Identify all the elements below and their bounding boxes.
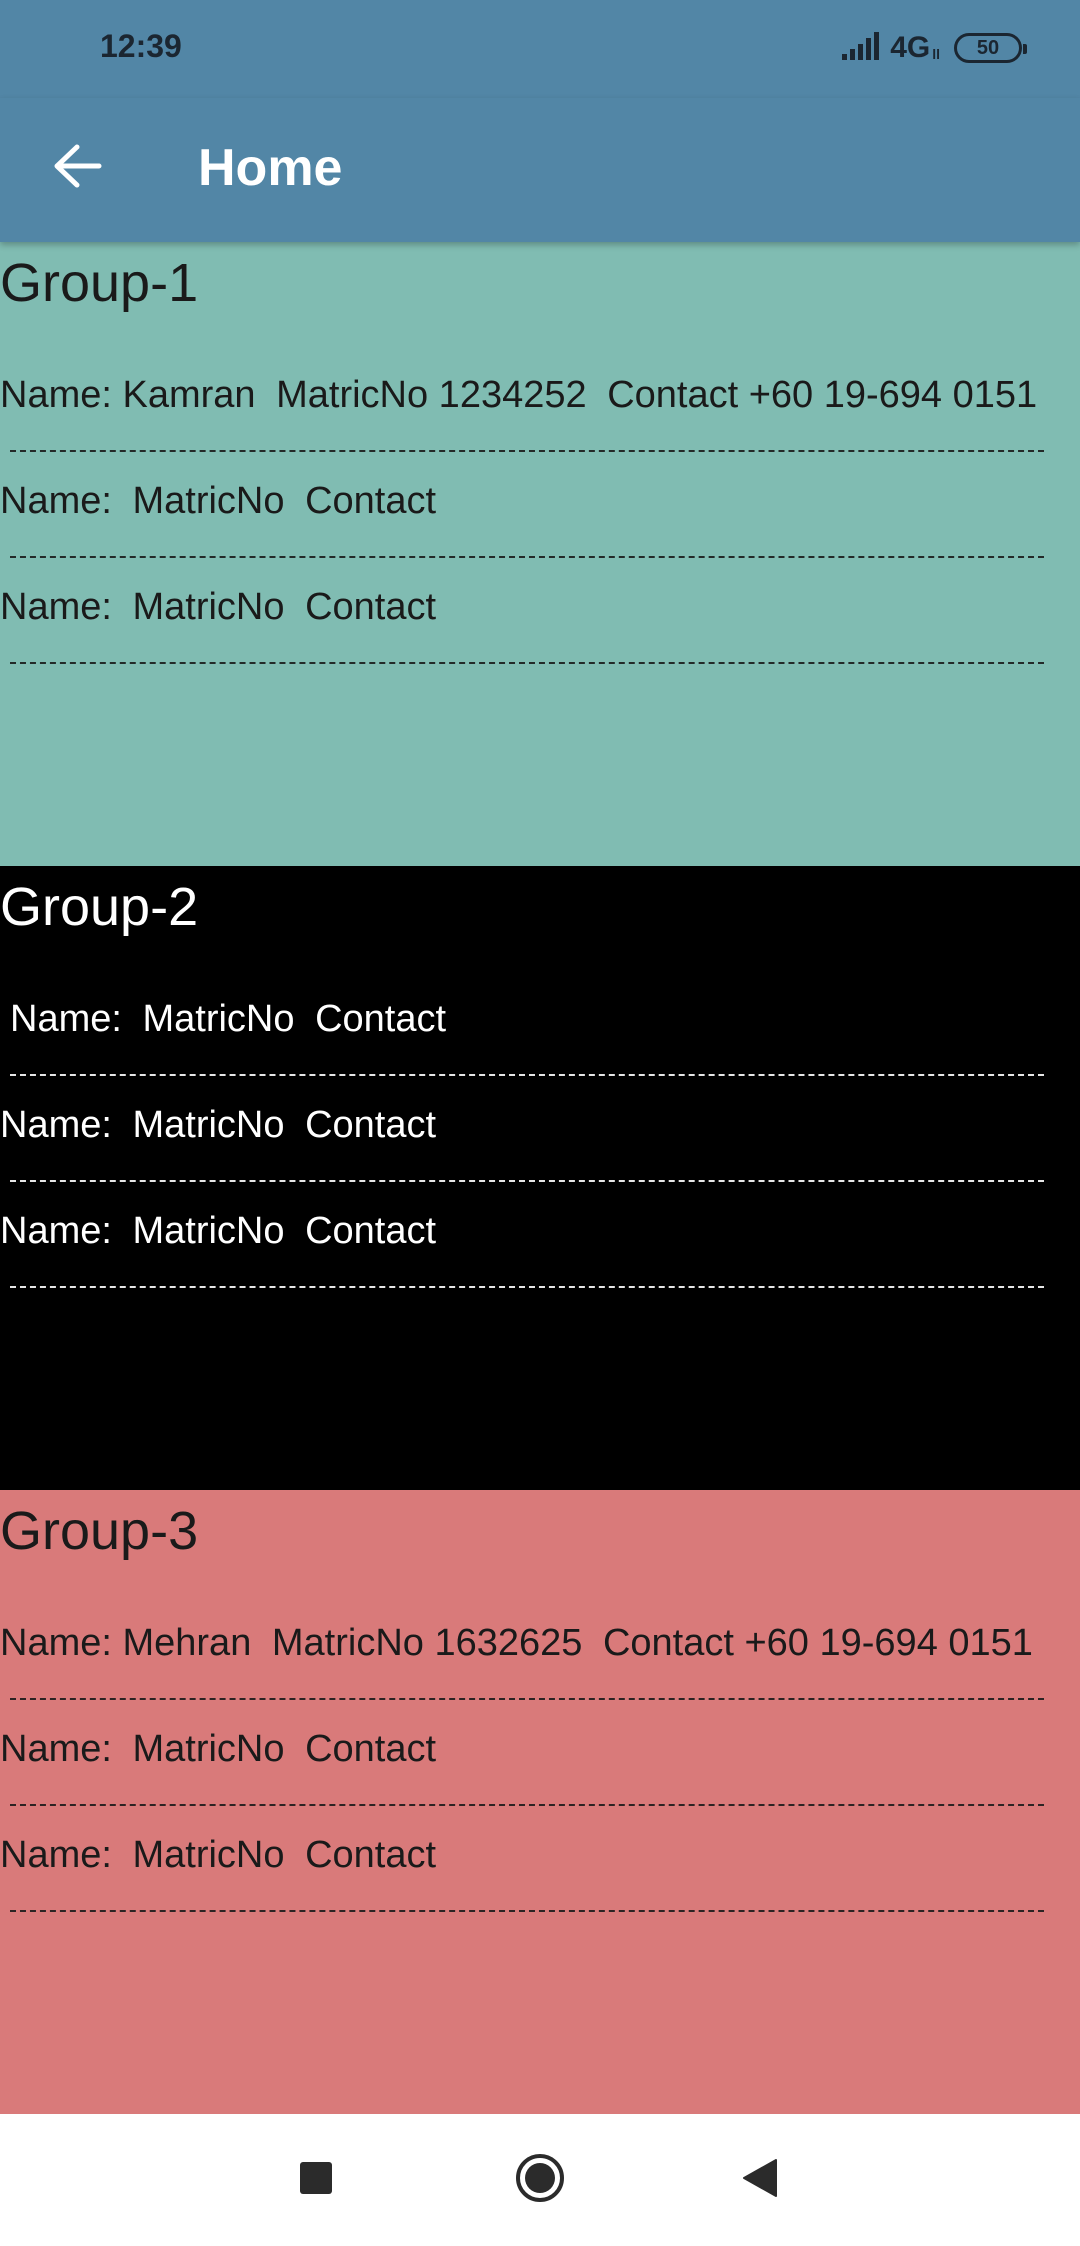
group-title: Group-3 [0, 1501, 199, 1561]
row-divider [10, 1074, 1044, 1076]
status-icons: 4G ll 50 [842, 28, 1027, 68]
member-contact: Contact [315, 998, 447, 1040]
row-divider [10, 1180, 1044, 1182]
battery-icon: 50 [954, 33, 1027, 63]
member-contact: Contact [305, 1104, 437, 1146]
recents-button[interactable] [276, 2144, 356, 2216]
member-row: Name: MatricNo Contact [0, 1102, 446, 1148]
row-divider [10, 662, 1044, 664]
member-row: Name: MatricNo Contact [0, 1726, 446, 1772]
row-divider [10, 1698, 1044, 1700]
member-matric: MatricNo [132, 480, 285, 522]
member-row: Name: MatricNo Contact [10, 996, 456, 1042]
row-divider [10, 556, 1044, 558]
member-name: Name: [0, 480, 123, 522]
row-divider [10, 1286, 1044, 1288]
status-time: 12:39 [100, 28, 182, 64]
home-button[interactable] [500, 2144, 580, 2216]
member-row: Name: MatricNo Contact [0, 478, 446, 524]
page-title: Home [198, 139, 343, 197]
circle-home-icon [514, 2152, 566, 2209]
group-title: Group-1 [0, 253, 199, 313]
group-1-section: Group-1 Name: Kamran MatricNo 1234252 Co… [0, 242, 1080, 866]
member-matric: MatricNo 1632625 [271, 1622, 583, 1664]
member-matric: MatricNo [132, 1210, 285, 1252]
member-matric: MatricNo [132, 1834, 285, 1876]
group-title: Group-2 [0, 877, 199, 937]
signal-icon [842, 31, 882, 65]
member-contact: Contact [305, 1728, 437, 1770]
row-divider [10, 1910, 1044, 1912]
member-contact: Contact +60 19-694 0151 [602, 1622, 1033, 1664]
member-contact: Contact [305, 480, 437, 522]
row-divider [10, 450, 1044, 452]
member-matric: MatricNo [132, 1728, 285, 1770]
app-bar: Home [0, 98, 1080, 242]
nav-back-button[interactable] [720, 2144, 800, 2216]
triangle-back-icon [742, 2158, 778, 2203]
member-row: Name: MatricNo Contact [0, 584, 446, 630]
network-label: 4G [890, 31, 931, 64]
member-matric: MatricNo 1234252 [276, 374, 587, 416]
navigation-bar [0, 2114, 1080, 2246]
member-matric: MatricNo [132, 1104, 285, 1146]
member-matric: MatricNo [132, 586, 285, 628]
member-row: Name: Mehran MatricNo 1632625 Contact +6… [0, 1620, 1043, 1666]
group-2-section: Group-2 Name: MatricNo Contact Name: Mat… [0, 866, 1080, 1490]
member-name: Name: [0, 1834, 123, 1876]
member-contact: Contact [305, 1834, 437, 1876]
member-name: Name: [0, 1210, 123, 1252]
arrow-left-icon [53, 144, 103, 193]
network-activity: ll [932, 46, 940, 62]
member-row: Name: MatricNo Contact [0, 1832, 446, 1878]
member-row: Name: Kamran MatricNo 1234252 Contact +6… [0, 372, 1047, 418]
member-contact: Contact [305, 1210, 437, 1252]
member-name: Name: Kamran [0, 374, 256, 416]
member-name: Name: [0, 1104, 123, 1146]
status-bar: 12:39 4G ll 50 [0, 0, 1080, 98]
member-contact: Contact +60 19-694 0151 [607, 374, 1038, 416]
group-3-section: Group-3 Name: Mehran MatricNo 1632625 Co… [0, 1490, 1080, 2114]
member-name: Name: [0, 1728, 123, 1770]
member-name: Name: Mehran [0, 1622, 252, 1664]
member-matric: MatricNo [142, 998, 295, 1040]
square-icon [298, 2160, 334, 2201]
member-contact: Contact [305, 586, 437, 628]
member-name: Name: [10, 998, 133, 1040]
row-divider [10, 1804, 1044, 1806]
member-name: Name: [0, 586, 123, 628]
back-button[interactable] [40, 130, 116, 206]
member-row: Name: MatricNo Contact [0, 1208, 446, 1254]
